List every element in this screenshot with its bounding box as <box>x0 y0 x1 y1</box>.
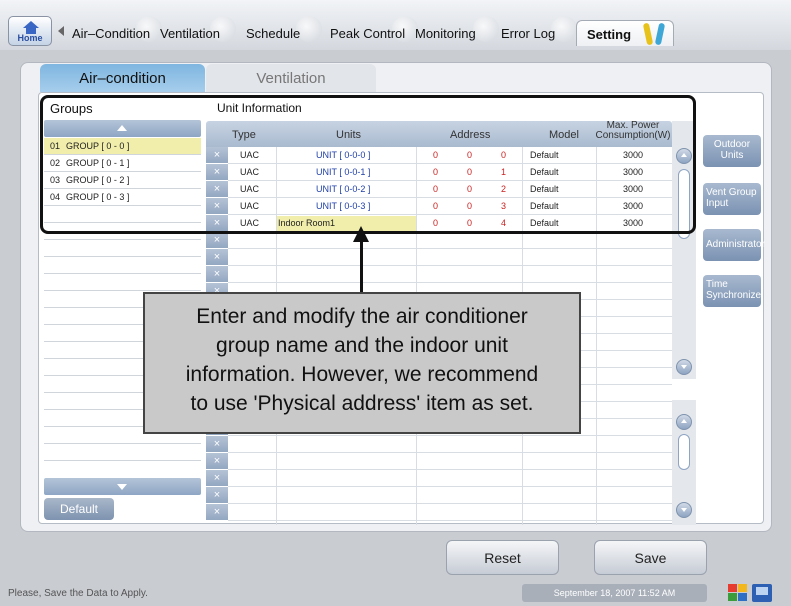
color-grid-icon[interactable] <box>728 584 748 602</box>
delete-row-button[interactable]: × <box>206 436 228 453</box>
delete-row-button[interactable]: × <box>206 232 228 249</box>
scroll-down-icon[interactable] <box>676 502 692 518</box>
scroll-down-icon[interactable] <box>676 359 692 375</box>
scroll-thumb[interactable] <box>678 434 690 470</box>
arrow-line <box>360 240 363 292</box>
table-scrollbar-lower[interactable] <box>672 400 696 525</box>
delete-row-button[interactable]: × <box>206 266 228 283</box>
setting-tools-icon <box>642 22 671 46</box>
group-item-empty[interactable] <box>44 240 201 257</box>
tab-peak-control[interactable]: Peak Control <box>330 16 418 46</box>
table-row[interactable] <box>228 453 672 470</box>
outdoor-units-button[interactable]: Outdoor Units <box>703 135 761 167</box>
datetime-display: September 18, 2007 11:52 AM <box>522 584 707 602</box>
home-icon <box>23 21 39 28</box>
home-label: Home <box>17 33 43 43</box>
table-row[interactable] <box>228 266 672 283</box>
subtab-ventilation[interactable]: Ventilation <box>206 64 376 92</box>
delete-row-button[interactable]: × <box>206 453 228 470</box>
reset-button[interactable]: Reset <box>446 540 559 575</box>
delete-row-button[interactable]: × <box>206 504 228 521</box>
tab-monitoring[interactable]: Monitoring <box>415 16 499 46</box>
home-button[interactable]: Home <box>8 16 52 46</box>
status-message: Please, Save the Data to Apply. <box>8 588 148 599</box>
time-synchronize-button[interactable]: Time Synchronize <box>703 275 761 307</box>
scroll-up-icon[interactable] <box>676 414 692 430</box>
groups-scroll-down-button[interactable] <box>44 478 201 495</box>
highlight-box <box>40 95 696 234</box>
vent-group-input-button[interactable]: Vent Group Input <box>703 183 761 215</box>
administrator-button[interactable]: Administrator <box>703 229 765 261</box>
delete-row-button[interactable]: × <box>206 487 228 504</box>
delete-row-button[interactable]: × <box>206 249 228 266</box>
tab-ventilation[interactable]: Ventilation <box>160 16 236 46</box>
monitor-icon[interactable] <box>752 584 772 602</box>
table-row[interactable] <box>228 249 672 266</box>
tab-schedule[interactable]: Schedule <box>246 16 322 46</box>
table-row[interactable] <box>228 232 672 249</box>
table-row[interactable] <box>228 470 672 487</box>
annotation-callout: Enter and modify the air conditioner gro… <box>143 292 581 434</box>
group-item-empty[interactable] <box>44 257 201 274</box>
default-button[interactable]: Default <box>44 498 114 520</box>
save-button[interactable]: Save <box>594 540 707 575</box>
table-row[interactable] <box>228 487 672 504</box>
table-row[interactable] <box>228 436 672 453</box>
subtab-air-condition[interactable]: Air–condition <box>40 64 205 92</box>
tab-error-log[interactable]: Error Log <box>501 16 577 46</box>
group-item-empty[interactable] <box>44 444 201 461</box>
tab-scroll-left-icon[interactable] <box>58 26 64 36</box>
delete-row-button[interactable]: × <box>206 470 228 487</box>
group-item-empty[interactable] <box>44 274 201 291</box>
monitoring-icon <box>473 16 499 42</box>
tab-setting[interactable]: Setting <box>576 20 674 46</box>
tab-air-condition[interactable]: Air–Condition <box>72 16 162 46</box>
table-row[interactable] <box>228 504 672 521</box>
